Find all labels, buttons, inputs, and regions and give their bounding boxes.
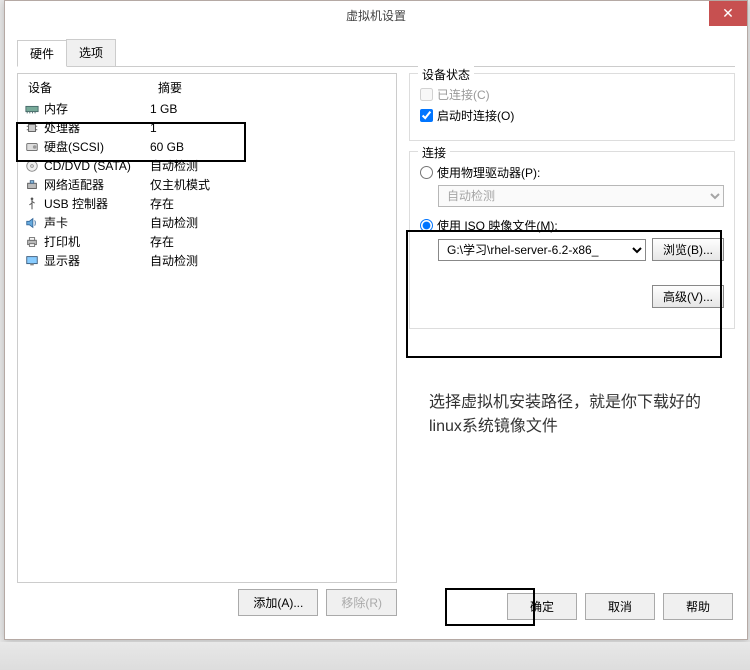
display-icon [22,254,42,268]
device-summary: 60 GB [150,140,392,154]
device-row[interactable]: 网络适配器仅主机模式 [20,175,394,194]
device-row[interactable]: 显示器自动检测 [20,251,394,270]
help-button[interactable]: 帮助 [663,593,733,620]
col-summary-header: 摘要 [158,79,386,96]
footer-buttons: 确定 取消 帮助 [507,593,733,620]
memory-icon [22,102,42,116]
device-summary: 自动检测 [150,214,392,231]
device-row[interactable]: USB 控制器存在 [20,194,394,213]
device-row[interactable]: 处理器1 [20,118,394,137]
use-iso-radio[interactable] [420,219,433,232]
physical-drive-label: 使用物理驱动器(P): [437,164,540,181]
device-summary: 1 [150,121,392,135]
connected-label: 已连接(C) [437,86,490,103]
device-name: 声卡 [42,214,150,231]
physical-drive-radio[interactable] [420,166,433,179]
device-row[interactable]: 硬盘(SCSI)60 GB [20,137,394,156]
device-name: 内存 [42,100,150,117]
device-row[interactable]: CD/DVD (SATA)自动检测 [20,156,394,175]
titlebar: 虚拟机设置 ✕ [5,1,747,29]
device-list-header: 设备 摘要 [20,76,394,99]
usb-icon [22,197,42,211]
col-device-header: 设备 [28,79,158,96]
cancel-button[interactable]: 取消 [585,593,655,620]
device-name: 网络适配器 [42,176,150,193]
device-status-group: 设备状态 已连接(C) 启动时连接(O) [409,73,735,141]
add-button[interactable]: 添加(A)... [238,589,318,616]
browse-button[interactable]: 浏览(B)... [652,238,724,261]
device-name: 处理器 [42,119,150,136]
connected-checkbox [420,88,433,101]
connection-group: 连接 使用物理驱动器(P): 自动检测 使用 ISO 映像文件(M): [409,151,735,329]
taskbar [0,642,750,670]
network-icon [22,178,42,192]
window-title: 虚拟机设置 [346,7,406,24]
device-name: USB 控制器 [42,195,150,212]
iso-path-select[interactable]: G:\学习\rhel-server-6.2-x86_ [438,239,646,261]
device-row[interactable]: 声卡自动检测 [20,213,394,232]
device-name: 硬盘(SCSI) [42,138,150,155]
annotation-text: 选择虚拟机安装路径，就是你下载好的linux系统镜像文件 [429,391,719,439]
advanced-button[interactable]: 高级(V)... [652,285,724,308]
use-iso-label: 使用 ISO 映像文件(M): [437,217,558,234]
device-row[interactable]: 打印机存在 [20,232,394,251]
device-name: 显示器 [42,252,150,269]
device-status-label: 设备状态 [418,66,474,83]
device-name: 打印机 [42,233,150,250]
sound-icon [22,216,42,230]
cpu-icon [22,121,42,135]
tabs: 硬件 选项 [17,39,735,67]
connect-on-power-checkbox[interactable] [420,109,433,122]
device-list: 设备 摘要 内存1 GB处理器1硬盘(SCSI)60 GBCD/DVD (SAT… [17,73,397,583]
printer-icon [22,235,42,249]
device-summary: 自动检测 [150,252,392,269]
device-summary: 存在 [150,233,392,250]
connect-on-power-label: 启动时连接(O) [437,107,514,124]
device-summary: 1 GB [150,102,392,116]
close-button[interactable]: ✕ [709,1,747,26]
remove-button[interactable]: 移除(R) [326,589,397,616]
ok-button[interactable]: 确定 [507,593,577,620]
vm-settings-window: 虚拟机设置 ✕ 硬件 选项 设备 摘要 内存1 GB处理器1硬盘(SCSI)60… [4,0,748,640]
tab-hardware[interactable]: 硬件 [17,40,67,67]
device-row[interactable]: 内存1 GB [20,99,394,118]
device-summary: 存在 [150,195,392,212]
close-icon: ✕ [722,5,734,22]
physical-device-select: 自动检测 [438,185,724,207]
disk-icon [22,140,42,154]
device-summary: 自动检测 [150,157,392,174]
device-name: CD/DVD (SATA) [42,159,150,173]
tab-options[interactable]: 选项 [66,39,116,66]
connection-label: 连接 [418,144,450,161]
device-summary: 仅主机模式 [150,176,392,193]
cd-icon [22,159,42,173]
